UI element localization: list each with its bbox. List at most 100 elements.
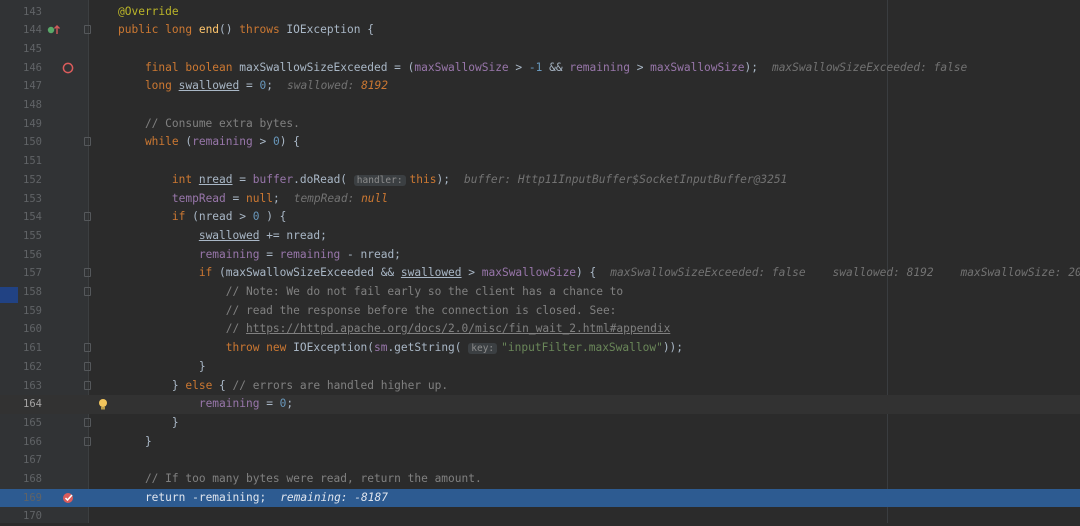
line-number[interactable]: 167 bbox=[0, 451, 42, 470]
line-number[interactable]: 149 bbox=[0, 115, 42, 134]
line-number[interactable]: 163 bbox=[0, 377, 42, 396]
code-token: throws bbox=[239, 23, 287, 37]
code-text[interactable]: if (maxSwallowSizeExceeded && swallowed … bbox=[118, 264, 1080, 283]
code-line[interactable]: 147 long swallowed = 0; swallowed: 8192 bbox=[0, 77, 1080, 96]
code-line[interactable]: 149 // Consume extra bytes. bbox=[0, 115, 1080, 134]
line-number[interactable]: 165 bbox=[0, 414, 42, 433]
code-text[interactable]: remaining = remaining - nread; bbox=[118, 246, 401, 265]
breakpoint-icon[interactable] bbox=[62, 62, 74, 77]
code-text[interactable]: public long end() throws IOException { bbox=[118, 21, 374, 40]
line-number[interactable]: 169 bbox=[0, 489, 42, 508]
code-text[interactable]: throw new IOException(sm.getString( key:… bbox=[118, 339, 683, 359]
inline-debug-value[interactable]: tempRead: null bbox=[280, 192, 388, 205]
fold-marker-icon[interactable] bbox=[84, 287, 91, 296]
code-line[interactable]: 159 // read the response before the conn… bbox=[0, 302, 1080, 321]
fold-marker-icon[interactable] bbox=[84, 361, 91, 371]
code-line[interactable]: 168 // If too many bytes were read, retu… bbox=[0, 470, 1080, 489]
fold-marker-icon[interactable] bbox=[84, 417, 91, 427]
line-number[interactable]: 143 bbox=[0, 3, 42, 22]
code-text[interactable]: @Override bbox=[118, 3, 179, 22]
line-number[interactable]: 156 bbox=[0, 246, 42, 265]
code-line[interactable]: 153 tempRead = null; tempRead: null bbox=[0, 190, 1080, 209]
inline-debug-value[interactable]: maxSwallowSizeExceeded: false bbox=[758, 61, 967, 74]
code-line[interactable]: 144 public long end() throws IOException … bbox=[0, 21, 1080, 40]
code-text[interactable]: remaining = 0; bbox=[118, 395, 293, 414]
line-number[interactable]: 161 bbox=[0, 339, 42, 358]
code-line[interactable]: 163 } else { // errors are handled highe… bbox=[0, 377, 1080, 396]
code-text[interactable]: // read the response before the connecti… bbox=[118, 302, 617, 321]
code-line[interactable]: 157 if (maxSwallowSizeExceeded && swallo… bbox=[0, 264, 1080, 283]
line-number[interactable]: 146 bbox=[0, 59, 42, 78]
line-number[interactable]: 145 bbox=[0, 40, 42, 59]
line-number[interactable]: 147 bbox=[0, 77, 42, 96]
line-number[interactable]: 148 bbox=[0, 96, 42, 115]
code-line[interactable]: 162 } bbox=[0, 358, 1080, 377]
code-line[interactable]: 166 } bbox=[0, 433, 1080, 452]
line-number[interactable]: 157 bbox=[0, 264, 42, 283]
code-text[interactable]: swallowed += nread; bbox=[118, 227, 327, 246]
line-number[interactable]: 151 bbox=[0, 152, 42, 171]
code-line[interactable]: 161 throw new IOException(sm.getString( … bbox=[0, 339, 1080, 358]
code-line[interactable]: 156 remaining = remaining - nread; bbox=[0, 246, 1080, 265]
code-line[interactable]: 152 int nread = buffer.doRead( handler: t… bbox=[0, 171, 1080, 190]
line-number[interactable]: 159 bbox=[0, 302, 42, 321]
line-number[interactable]: 160 bbox=[0, 320, 42, 339]
line-number[interactable]: 144 bbox=[0, 21, 42, 40]
fold-marker-icon[interactable] bbox=[84, 380, 91, 390]
code-line[interactable]: 143 @Override bbox=[0, 3, 1080, 22]
code-text[interactable]: // Note: We do not fail early so the cli… bbox=[118, 283, 623, 302]
inline-debug-value[interactable]: buffer: Http11InputBuffer$SocketInputBuf… bbox=[450, 173, 787, 186]
inline-debug-value[interactable]: remaining: -8187 bbox=[266, 491, 388, 504]
code-line[interactable]: 167 bbox=[0, 451, 1080, 470]
line-number[interactable]: 164 bbox=[0, 395, 42, 414]
line-number[interactable]: 170 bbox=[0, 507, 42, 526]
code-line[interactable]: 148 bbox=[0, 96, 1080, 115]
code-text[interactable]: } bbox=[118, 414, 179, 433]
code-text[interactable]: final boolean maxSwallowSizeExceeded = (… bbox=[118, 59, 967, 78]
inline-debug-value[interactable]: swallowed: 8192 bbox=[273, 79, 388, 92]
code-line[interactable]: 169 return -remaining; remaining: -8187 bbox=[0, 488, 1080, 508]
override-method-icon[interactable] bbox=[47, 24, 61, 39]
line-number[interactable]: 155 bbox=[0, 227, 42, 246]
code-line[interactable]: 150 while (remaining > 0) { bbox=[0, 133, 1080, 152]
code-line[interactable]: 155 swallowed += nread; bbox=[0, 227, 1080, 246]
code-text[interactable]: int nread = buffer.doRead( handler: this)… bbox=[118, 171, 787, 191]
code-line[interactable]: 164 remaining = 0; bbox=[0, 395, 1080, 414]
fold-marker-icon[interactable] bbox=[84, 436, 91, 446]
line-number[interactable]: 150 bbox=[0, 133, 42, 152]
code-line[interactable]: 160 // https://httpd.apache.org/docs/2.0… bbox=[0, 320, 1080, 339]
code-text[interactable]: } bbox=[118, 433, 152, 452]
breakpoint-hit-icon[interactable] bbox=[62, 492, 76, 507]
fold-marker-icon[interactable] bbox=[84, 25, 91, 35]
code-text[interactable]: // Consume extra bytes. bbox=[118, 115, 300, 134]
code-text[interactable]: long swallowed = 0; swallowed: 8192 bbox=[118, 77, 388, 96]
line-number[interactable]: 166 bbox=[0, 433, 42, 452]
line-number[interactable]: 168 bbox=[0, 470, 42, 489]
lightbulb-icon[interactable] bbox=[98, 398, 108, 414]
code-line[interactable]: 154 if (nread > 0 ) { bbox=[0, 208, 1080, 227]
code-text[interactable]: tempRead = null; tempRead: null bbox=[118, 190, 388, 209]
line-number[interactable]: 158 bbox=[0, 283, 42, 302]
code-text[interactable]: } else { // errors are handled higher up… bbox=[118, 377, 448, 396]
code-line[interactable]: 151 bbox=[0, 152, 1080, 171]
fold-marker-icon[interactable] bbox=[84, 212, 91, 222]
code-text[interactable]: } bbox=[118, 358, 206, 377]
inline-debug-value[interactable]: maxSwallowSizeExceeded: false swallowed:… bbox=[596, 266, 1080, 279]
code-text[interactable]: if (nread > 0 ) { bbox=[118, 208, 287, 227]
code-line[interactable]: 145 bbox=[0, 40, 1080, 59]
line-number[interactable]: 162 bbox=[0, 358, 42, 377]
line-number[interactable]: 153 bbox=[0, 190, 42, 209]
line-number[interactable]: 154 bbox=[0, 208, 42, 227]
code-text[interactable]: // If too many bytes were read, return t… bbox=[118, 470, 482, 489]
fold-marker-icon[interactable] bbox=[84, 137, 91, 147]
code-line[interactable]: 158 // Note: We do not fail early so the… bbox=[0, 283, 1080, 302]
code-line[interactable]: 146 final boolean maxSwallowSizeExceeded… bbox=[0, 59, 1080, 78]
code-text[interactable]: // https://httpd.apache.org/docs/2.0/mis… bbox=[118, 320, 671, 339]
fold-marker-icon[interactable] bbox=[84, 268, 91, 278]
code-line[interactable]: 165 } bbox=[0, 414, 1080, 433]
code-text[interactable]: while (remaining > 0) { bbox=[118, 133, 300, 152]
fold-marker-icon[interactable] bbox=[84, 343, 91, 353]
code-line[interactable]: 170 bbox=[0, 507, 1080, 526]
line-number[interactable]: 152 bbox=[0, 171, 42, 190]
code-text[interactable]: return -remaining; remaining: -8187 bbox=[118, 489, 388, 508]
